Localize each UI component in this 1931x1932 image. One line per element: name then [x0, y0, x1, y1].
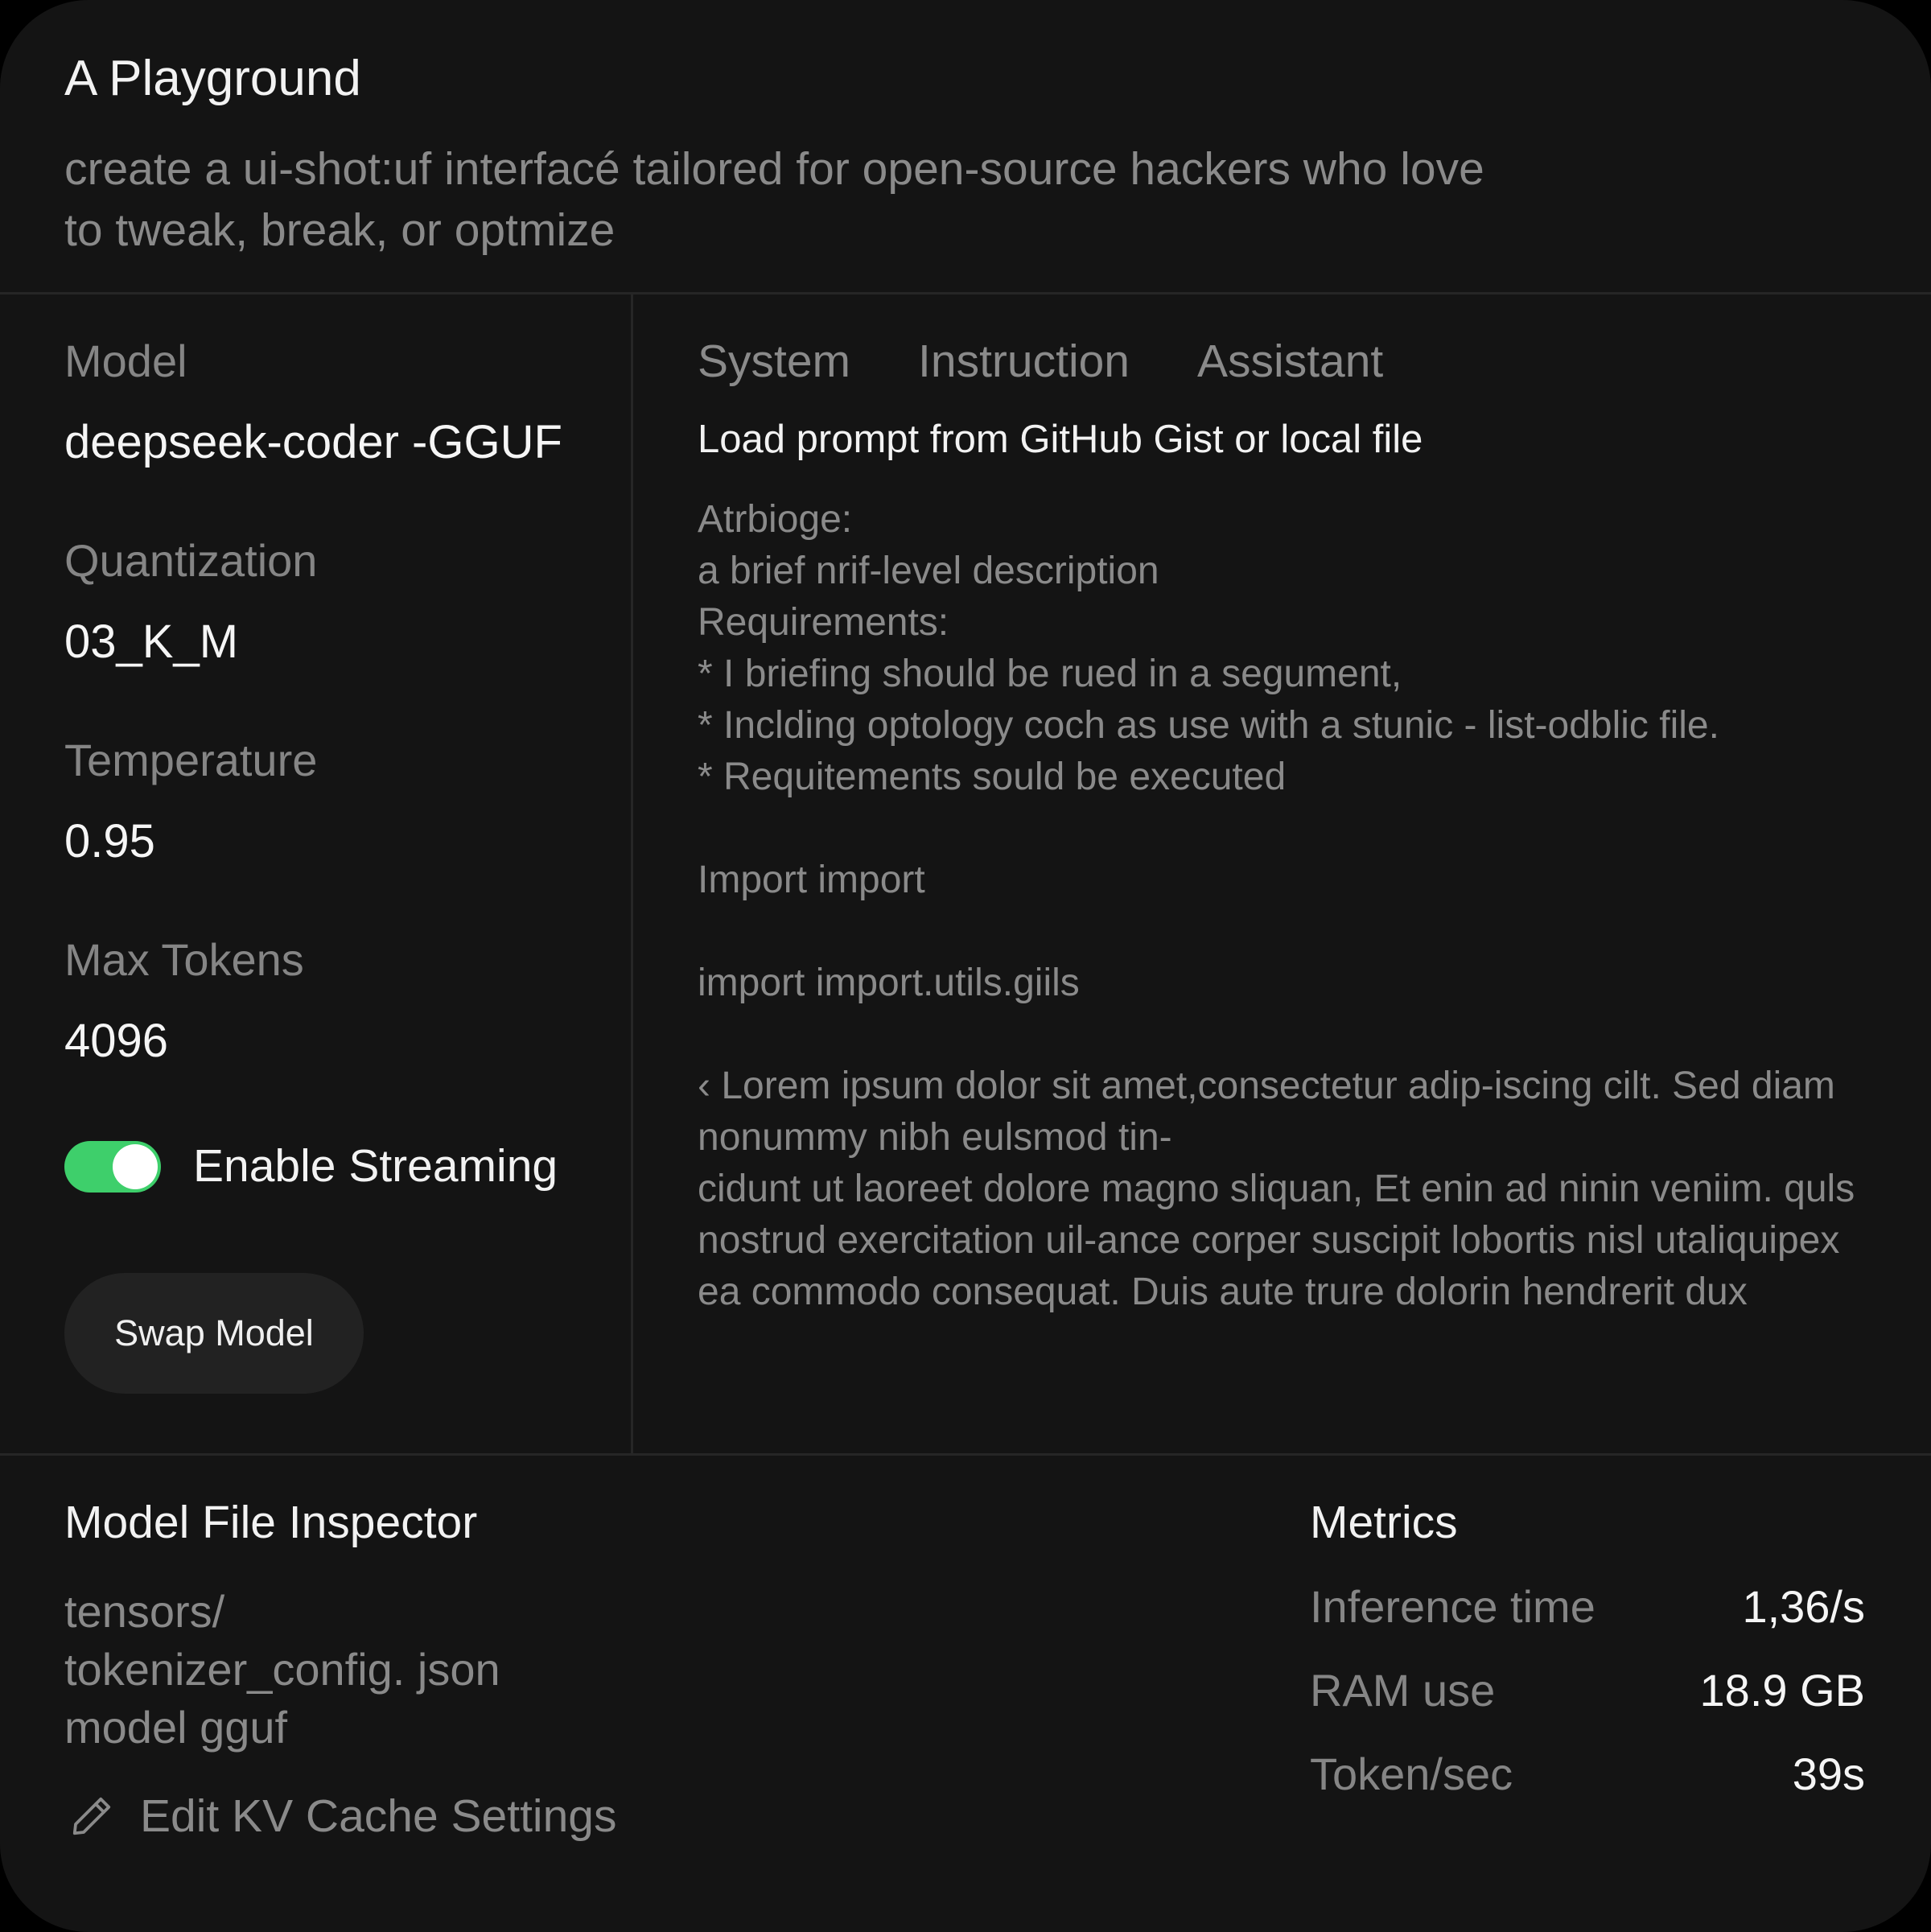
- edit-kv-cache-button[interactable]: Edit KV Cache Settings: [68, 1790, 617, 1843]
- max-tokens-value[interactable]: 4096: [64, 1014, 168, 1068]
- swap-model-button[interactable]: Swap Model: [64, 1273, 364, 1394]
- prompt-line: Requirements:: [698, 601, 949, 644]
- streaming-toggle-label: Enable Streaming: [193, 1140, 558, 1192]
- file-item[interactable]: tokenizer_config. json: [64, 1641, 500, 1699]
- inspector-title: Model File Inspector: [64, 1497, 478, 1548]
- app-subtitle: create a ui-shot:uf interfacé tailored f…: [64, 138, 1593, 261]
- quantization-label: Quantization: [64, 535, 318, 586]
- file-item[interactable]: tensors/: [64, 1583, 500, 1641]
- streaming-toggle[interactable]: [64, 1141, 161, 1193]
- prompt-tabs: System Instruction Assistant: [698, 335, 1383, 388]
- metric-value: 1,36/s: [1742, 1581, 1865, 1632]
- model-value[interactable]: deepseek-coder -GGUF: [64, 415, 562, 469]
- prompt-line: * I briefing should be rued in a segumen…: [698, 653, 1402, 695]
- quantization-value[interactable]: 03_K_M: [64, 615, 238, 669]
- prompt-line: Atrbioge:: [698, 498, 853, 541]
- metric-label: Inference time: [1310, 1581, 1595, 1632]
- prompt-line: import import.utils.giils: [698, 962, 1080, 1004]
- tab-assistant[interactable]: Assistant: [1197, 335, 1383, 388]
- max-tokens-label: Max Tokens: [64, 934, 304, 985]
- prompt-editor-panel: System Instruction Assistant Load prompt…: [633, 295, 1931, 1453]
- prompt-line: ‹ Lorem ipsum dolor sit amet,consectetur…: [698, 1065, 1835, 1107]
- metric-value: 18.9 GB: [1699, 1665, 1865, 1716]
- metrics-panel: Metrics Inference time 1,36/s RAM use 18…: [1310, 1456, 1865, 1932]
- toggle-knob: [113, 1144, 158, 1189]
- playground-card: A Playground create a ui-shot:uf interfa…: [0, 0, 1931, 1932]
- prompt-textarea[interactable]: Atrbioge: a brief nrif-level description…: [698, 494, 1872, 1318]
- pencil-icon: [72, 1797, 111, 1835]
- prompt-line: * Inclding optology coch as use with a s…: [698, 704, 1719, 747]
- load-prompt-link[interactable]: Load prompt from GitHub Gist or local fi…: [698, 417, 1423, 462]
- tab-instruction[interactable]: Instruction: [918, 335, 1130, 388]
- metric-row-token-sec: Token/sec 39s: [1310, 1748, 1865, 1812]
- app-title: A Playground: [64, 51, 361, 106]
- metric-label: RAM use: [1310, 1665, 1496, 1716]
- prompt-line: Import import: [698, 859, 925, 901]
- prompt-line: nonummy nibh eulsmod tin-: [698, 1116, 1172, 1159]
- header: A Playground create a ui-shot:uf interfa…: [0, 0, 1931, 295]
- prompt-line: nostrud exercitation uil-ance corper sus…: [698, 1219, 1840, 1262]
- file-list: tensors/ tokenizer_config. json model gg…: [64, 1583, 500, 1757]
- prompt-line: a brief nrif-level description: [698, 550, 1159, 592]
- temperature-value[interactable]: 0.95: [64, 814, 155, 868]
- tab-system[interactable]: System: [698, 335, 850, 388]
- prompt-line: * Requitements sould be executed: [698, 756, 1287, 798]
- settings-panel: Model deepseek-coder -GGUF Quantization …: [0, 295, 633, 1453]
- file-item[interactable]: model gguf: [64, 1699, 500, 1757]
- metric-row-ram-use: RAM use 18.9 GB: [1310, 1664, 1865, 1728]
- edit-kv-label: Edit KV Cache Settings: [140, 1790, 617, 1842]
- metrics-title: Metrics: [1310, 1497, 1458, 1548]
- metric-value: 39s: [1792, 1749, 1865, 1799]
- prompt-line: ea commodo consequat. Duis aute trure do…: [698, 1271, 1748, 1313]
- app-subtitle-line: create a ui-shot:uf interfacé tailored f…: [64, 143, 1484, 195]
- bottom-section: Model File Inspector tensors/ tokenizer_…: [0, 1453, 1931, 1932]
- model-label: Model: [64, 336, 187, 386]
- metric-row-inference-time: Inference time 1,36/s: [1310, 1580, 1865, 1645]
- app-subtitle-line: to tweak, break, or optmize: [64, 204, 616, 256]
- temperature-label: Temperature: [64, 735, 318, 785]
- metric-label: Token/sec: [1310, 1749, 1513, 1799]
- prompt-line: cidunt ut laoreet dolore magno sliquan, …: [698, 1168, 1855, 1210]
